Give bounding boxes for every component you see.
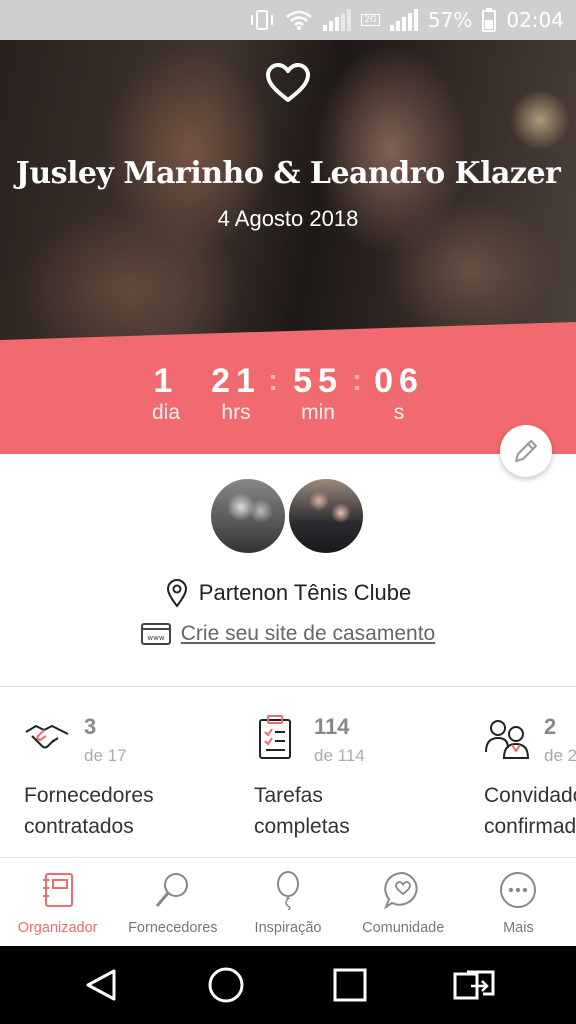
website-icon: www: [140, 623, 171, 645]
signal-icon: [389, 9, 418, 31]
back-button[interactable]: [78, 961, 126, 1009]
nav-comunidade[interactable]: Comunidade: [346, 858, 461, 946]
countdown-hours: 21 hrs: [211, 362, 261, 424]
home-icon: [208, 967, 244, 1003]
system-nav-bar: [0, 946, 576, 1024]
home-button[interactable]: [202, 961, 250, 1009]
checklist-icon: [259, 715, 291, 759]
create-website-label: Crie seu site de casamento: [180, 622, 436, 645]
stat-label: Convidados confirmados: [484, 784, 576, 838]
wedding-date: 4 Agosto 2018: [217, 206, 359, 231]
nav-fornecedores[interactable]: Fornecedores: [115, 858, 230, 946]
edit-button[interactable]: [500, 425, 552, 477]
guests-icon: [485, 720, 530, 759]
recents-button[interactable]: [326, 961, 374, 1009]
stat-label: Tarefas completas: [254, 784, 350, 838]
avatar[interactable]: [208, 476, 288, 556]
bottom-nav: Organizador Fornecedores Inspiração Comu…: [0, 857, 576, 946]
countdown-seconds: 06 s: [374, 362, 424, 424]
venue[interactable]: Partenon Tênis Clube: [0, 578, 576, 608]
stat-guests[interactable]: 2 de 2 Convidados confirmados: [484, 700, 576, 856]
nav-organizador[interactable]: Organizador: [0, 858, 115, 946]
svg-text:www: www: [147, 634, 164, 642]
countdown-separator: :: [352, 364, 362, 397]
network-type: 2G: [361, 14, 380, 26]
signal-icon: [323, 9, 352, 31]
switch-app-button[interactable]: [450, 961, 498, 1009]
more-icon: [500, 872, 537, 908]
clock: 02:04: [506, 8, 564, 32]
nav-mais[interactable]: Mais: [461, 858, 576, 946]
search-icon: [155, 873, 188, 907]
avatar[interactable]: [286, 476, 366, 556]
wifi-icon: [285, 9, 313, 31]
chat-heart-icon: [384, 871, 418, 910]
stat-vendors[interactable]: 3 de 17 Fornecedores contratados: [24, 700, 254, 856]
stat-label: Fornecedores contratados: [24, 784, 154, 838]
cover-photo[interactable]: Jusley Marinho & Leandro Klazer 4 Agosto…: [0, 40, 576, 340]
battery-percent: 57%: [427, 8, 473, 32]
countdown-separator: :: [268, 364, 278, 397]
couple-avatars: [0, 476, 576, 560]
recents-icon: [333, 968, 367, 1002]
screen: 2G 57% 02:04 Jusley Marinho & Leandro Kl…: [0, 0, 576, 1024]
switch-app-icon: [453, 970, 495, 1000]
couple-names: Jusley Marinho & Leandro Klazer: [15, 156, 561, 191]
balloon-icon: [277, 871, 299, 910]
status-bar: 2G 57% 02:04: [0, 0, 576, 40]
countdown-days: 1 dia: [151, 362, 181, 424]
nav-inspiracao[interactable]: Inspiração: [230, 858, 345, 946]
location-pin-icon: [166, 579, 187, 608]
countdown: 1 dia 21 hrs : 55 min : 06 s: [0, 322, 576, 454]
stats-row: 3 de 17 Fornecedores contratados 114 de …: [0, 700, 576, 856]
pencil-icon: [515, 440, 537, 462]
create-website-link[interactable]: www Crie seu site de casamento: [0, 622, 576, 646]
handshake-icon: [25, 724, 69, 749]
countdown-minutes: 55 min: [293, 362, 343, 424]
vibrate-icon: [249, 9, 275, 31]
divider: [0, 686, 576, 687]
stat-tasks[interactable]: 114 de 114 Tarefas completas: [254, 700, 484, 856]
venue-name: Partenon Tênis Clube: [198, 580, 412, 605]
heart-icon: [266, 63, 310, 102]
battery-icon: [482, 8, 497, 32]
planner-icon: [42, 873, 73, 907]
back-icon: [86, 969, 116, 1001]
